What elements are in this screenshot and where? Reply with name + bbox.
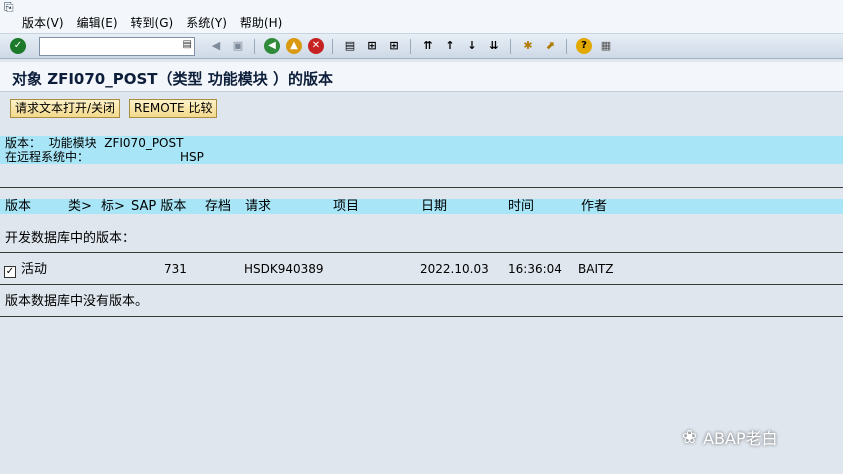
toggle-request-text-button[interactable]: 请求文本打开/关闭 [10, 99, 121, 118]
application-toolbar: 请求文本打开/关闭 REMOTE 比较 [0, 93, 843, 123]
col-flag: 标> [101, 199, 125, 214]
shortcut-icon[interactable]: ⬈ [542, 38, 558, 54]
find-next-icon[interactable]: ⊞ [386, 38, 402, 54]
menu-edit[interactable]: 编辑(E) [77, 14, 118, 31]
divider [0, 252, 843, 253]
row-checkbox[interactable]: ✓ [4, 262, 19, 278]
toolbar-separator [410, 39, 411, 54]
divider [0, 284, 843, 285]
title-bar: 对象 ZFI070_POST（类型 功能模块 ）的版本 [0, 62, 843, 92]
version-header-line: 版本： 功能模块 ZFI070_POST [0, 136, 843, 150]
command-field[interactable]: ▤ [39, 37, 195, 56]
wechat-icon: ❀ [682, 426, 698, 448]
toolbar-separator [332, 39, 333, 54]
layout-icon[interactable]: ▦ [598, 38, 614, 54]
column-header: 版本 类> 标> SAP 版本 存档 请求 项目 日期 时间 作者 [0, 199, 843, 214]
remote-compare-button[interactable]: REMOTE 比较 [129, 99, 218, 118]
row-request[interactable]: HSDK940389 [244, 262, 324, 277]
col-request: 请求 [245, 199, 272, 214]
divider [0, 316, 843, 317]
table-row[interactable]: ✓ 活动 731 HSDK940389 2022.10.03 16:36:04 … [0, 262, 843, 278]
prev-page-icon[interactable]: ↑ [442, 38, 458, 54]
check-icon[interactable]: ✓ [10, 38, 26, 54]
menu-help[interactable]: 帮助(H) [240, 14, 282, 31]
remote-system-line: 在远程系统中： HSP [0, 150, 843, 164]
toolbar-separator [566, 39, 567, 54]
menu-goto[interactable]: 转到(G) [131, 14, 174, 31]
row-time: 16:36:04 [508, 262, 562, 276]
first-page-icon[interactable]: ⇈ [420, 38, 436, 54]
col-author: 作者 [581, 199, 608, 214]
watermark-text: ABAP老白 [703, 429, 778, 448]
back-arrow-icon[interactable]: ◀ [208, 38, 224, 54]
menu-system[interactable]: 系统(Y) [186, 14, 227, 31]
col-sap-version: SAP 版本 [131, 199, 187, 214]
toolbar-separator [510, 39, 511, 54]
nav-back-icon[interactable]: ◀ [264, 38, 280, 54]
toolbar-separator [254, 39, 255, 54]
save-icon[interactable]: ▣ [230, 38, 246, 54]
divider [0, 187, 843, 188]
last-page-icon[interactable]: ⇊ [486, 38, 502, 54]
find-icon[interactable]: ⊞ [364, 38, 380, 54]
row-date: 2022.10.03 [420, 262, 489, 276]
col-date: 日期 [421, 199, 448, 214]
menu-items: 版本(V) 编辑(E) 转到(G) 系统(Y) 帮助(H) [22, 14, 295, 31]
col-time: 时间 [508, 199, 535, 214]
new-session-icon[interactable]: ✱ [520, 38, 536, 54]
help-icon[interactable]: ? [576, 38, 592, 54]
version-line-text: 版本： 功能模块 ZFI070_POST [5, 136, 184, 150]
dev-db-heading: 开发数据库中的版本： [5, 231, 136, 246]
menu-version[interactable]: 版本(V) [22, 14, 64, 31]
row-status: 活动 [21, 262, 48, 277]
page-title: 对象 ZFI070_POST（类型 功能模块 ）的版本 [12, 70, 333, 88]
remote-system: HSP [180, 150, 204, 164]
system-menu-icon[interactable]: ⎘ [4, 1, 18, 13]
col-archive: 存档 [205, 199, 232, 214]
watermark: ❀ ABAP老白 [682, 425, 778, 449]
menu-bar: ⎘ 版本(V) 编辑(E) 转到(G) 系统(Y) 帮助(H) [0, 0, 843, 34]
row-author: BAITZ [578, 262, 614, 276]
print-icon[interactable]: ▤ [342, 38, 358, 54]
nav-exit-icon[interactable]: ▲ [286, 38, 302, 54]
nav-cancel-icon[interactable]: ✕ [308, 38, 324, 54]
checkbox-checked-icon[interactable]: ✓ [4, 266, 16, 278]
no-versions-message: 版本数据库中没有版本。 [5, 294, 149, 309]
col-item: 项目 [333, 199, 360, 214]
remote-label: 在远程系统中： [5, 150, 90, 164]
col-version: 版本 [5, 199, 32, 214]
next-page-icon[interactable]: ↓ [464, 38, 480, 54]
dropdown-icon[interactable]: ▤ [183, 39, 192, 50]
col-type: 类> [68, 199, 92, 214]
row-sap-version: 731 [164, 262, 187, 276]
